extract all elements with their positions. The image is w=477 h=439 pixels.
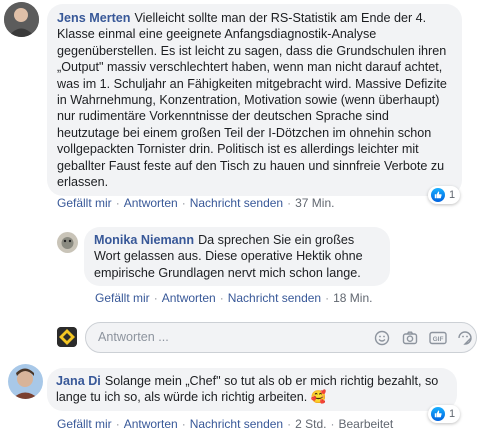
reaction-count[interactable]: 1: [428, 186, 461, 204]
svg-text:GIF: GIF: [433, 336, 444, 343]
thumbs-up-icon: [431, 407, 445, 421]
edited-label[interactable]: Bearbeitet: [338, 417, 393, 431]
timestamp[interactable]: 18 Min.: [333, 291, 372, 305]
comment-bubble-jana-di: Jana Di Solange mein „Chef" so tut als ob…: [47, 368, 457, 411]
like-link[interactable]: Gefällt mir: [95, 291, 150, 305]
reply-input[interactable]: [96, 329, 360, 345]
like-link[interactable]: Gefällt mir: [57, 196, 112, 210]
reaction-count[interactable]: 1: [428, 405, 461, 423]
comment-author[interactable]: Jana Di: [56, 374, 101, 388]
avatar-monika-niemann[interactable]: [57, 232, 78, 253]
timestamp[interactable]: 2 Std.: [295, 417, 326, 431]
avatar-jana-di[interactable]: [8, 364, 43, 399]
avatar-jens-merten[interactable]: [4, 2, 39, 37]
comment-author[interactable]: Jens Merten: [57, 11, 131, 25]
emoji: 🥰: [310, 390, 327, 405]
timestamp[interactable]: 37 Min.: [295, 196, 334, 210]
sticker-icon[interactable]: [457, 330, 473, 346]
comment-actions: Gefällt mir · Antworten · Nachricht senden · 2…: [57, 417, 394, 431]
reply-link[interactable]: Antworten: [162, 291, 216, 305]
avatar-current-user: [57, 327, 77, 347]
comment-text: Vielleicht sollte man der RS-Statistik a…: [57, 11, 447, 190]
comment-bubble-monika-niemann: Monika Niemann Da sprechen Sie ein großes…: [84, 227, 390, 287]
send-message-link[interactable]: Nachricht senden: [190, 196, 283, 210]
reaction-number: 1: [449, 408, 456, 420]
camera-icon[interactable]: [402, 330, 418, 346]
send-message-link[interactable]: Nachricht senden: [190, 417, 283, 431]
thumbs-up-icon: [431, 188, 445, 202]
reply-box: GIF: [85, 322, 477, 353]
comment-text: Solange mein „Chef" so tut als ob er mic…: [56, 374, 439, 405]
reaction-number: 1: [449, 189, 456, 201]
comment-actions: Gefällt mir · Antworten · Nachricht senden · 1…: [95, 291, 373, 305]
send-message-link[interactable]: Nachricht senden: [228, 291, 321, 305]
reply-link[interactable]: Antworten: [124, 196, 178, 210]
emoji-icon[interactable]: [374, 330, 390, 346]
comment-author[interactable]: Monika Niemann: [94, 233, 194, 247]
gif-icon[interactable]: GIF: [429, 330, 447, 346]
comment-bubble-jens-merten: Jens Merten Vielleicht sollte man der RS-…: [47, 4, 462, 197]
like-link[interactable]: Gefällt mir: [57, 417, 112, 431]
reply-link[interactable]: Antworten: [124, 417, 178, 431]
comment-actions: Gefällt mir · Antworten · Nachricht senden · 3…: [57, 196, 335, 210]
